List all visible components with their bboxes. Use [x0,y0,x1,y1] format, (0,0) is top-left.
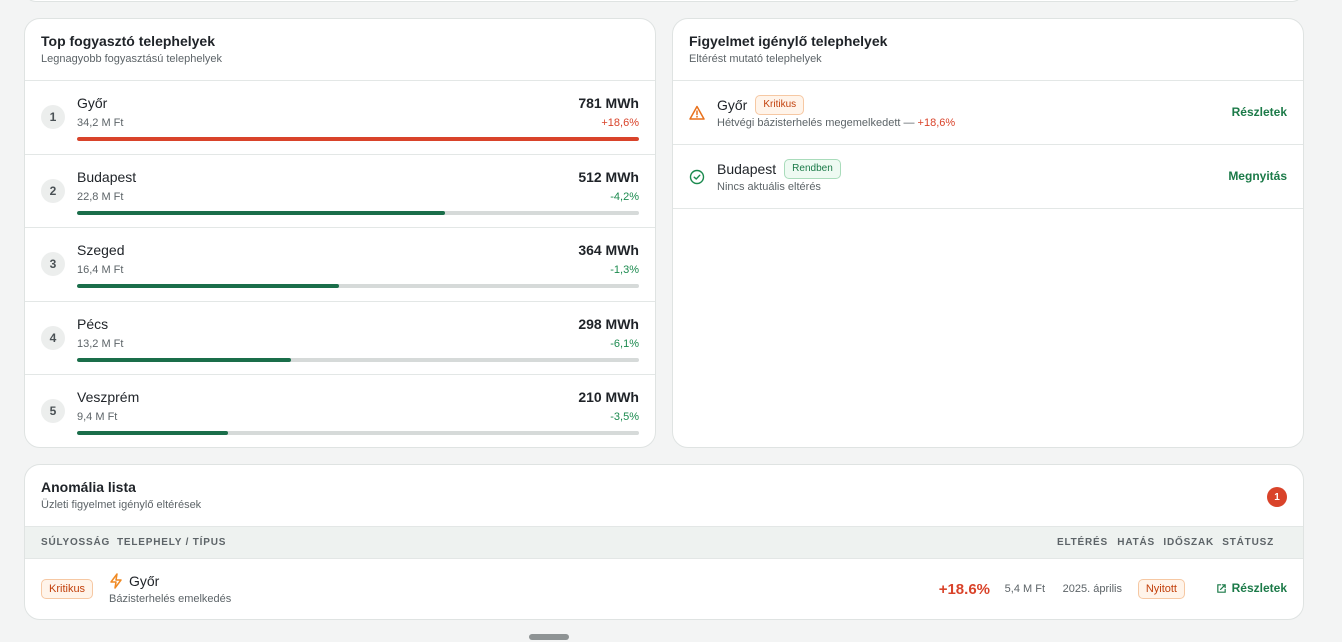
attention-row[interactable]: Budapest Rendben Nincs aktuális eltérés … [673,145,1303,209]
consumer-site-mwh: 298 MWh [578,315,639,332]
consumption-bar [77,137,639,141]
check-circle-icon [689,169,705,185]
attention-status-badge: Kritikus [755,95,805,115]
consumption-bar [77,357,639,362]
attention-desc-value: +18,6% [917,117,956,129]
consumer-site-cost: 16,4 M Ft [77,264,124,276]
attention-site-name: Győr [717,97,748,113]
attention-row[interactable]: Győr Kritikus Hétvégi bázisterhelés mege… [673,81,1303,145]
anomaly-subtitle: Üzleti figyelmet igénylő eltérések [41,499,202,511]
rank-badge: 3 [41,252,65,276]
consumer-site-cost: 13,2 M Ft [77,337,124,350]
attention-site-name: Budapest [717,161,777,177]
attention-subtitle: Eltérést mutató telephelyek [689,53,822,65]
external-link-icon [1216,583,1226,593]
table-row[interactable]: Kritikus Győr Bázisterhelés emelkedés +1… [25,559,1303,619]
consumer-row[interactable]: 2 Budapest 22,8 M Ft 512 MWh -4,2% [25,155,655,228]
attention-card: Figyelmet igénylő telephelyek Eltérést m… [672,18,1304,448]
consumption-bar-fill [77,137,639,141]
consumption-bar [77,210,639,215]
bolt-icon [109,573,123,589]
attention-action-link[interactable]: Részletek [1232,105,1287,119]
rank-badge: 4 [41,325,65,350]
attention-site: Budapest Rendben [717,159,841,179]
anomaly-header: Anomália lista Üzleti figyelmet igénylő … [25,465,1303,527]
attention-title: Figyelmet igénylő telephelyek [689,33,888,49]
col-deviation[interactable]: ELTÉRÉS [1057,537,1108,548]
consumer-row[interactable]: 3 Szeged 16,4 M Ft 364 MWh -1,3% [25,228,655,302]
severity-badge: Kritikus [41,579,94,599]
consumer-site-name: Győr [77,95,108,111]
attention-list: Győr Kritikus Hétvégi bázisterhelés mege… [673,81,1303,209]
consumer-site-name: Veszprém [77,389,140,405]
consumer-row[interactable]: 1 Győr 34,2 M Ft 781 MWh +18,6% [25,81,655,155]
anomaly-deviation: +18.6% [938,581,990,598]
warning-icon [689,105,705,121]
anomaly-period: 2025. április [1062,583,1122,595]
attention-header: Figyelmet igénylő telephelyek Eltérést m… [673,19,1303,81]
consumer-site-delta: -4,2% [610,190,639,203]
consumer-site-mwh: 210 MWh [578,389,639,405]
col-status[interactable]: STÁTUSZ [1222,537,1274,548]
consumer-list: 1 Győr 34,2 M Ft 781 MWh +18,6% 2 Budape… [25,81,655,447]
consumer-site-name: Budapest [77,168,137,185]
consumption-bar-fill [77,284,339,288]
previous-card-edge [24,0,1304,2]
anomaly-card: Anomália lista Üzleti figyelmet igénylő … [24,464,1304,620]
anomaly-details-link[interactable]: Részletek [1216,581,1287,595]
consumption-bar-fill [77,210,446,215]
top-consumers-card: Top fogyasztó telephelyek Legnagyobb fog… [24,18,656,448]
anomaly-table-header: SÚLYOSSÁG TELEPHELY / TÍPUS ELTÉRÉS HATÁ… [25,527,1303,559]
consumer-site-cost: 34,2 M Ft [77,117,124,129]
rank-badge: 2 [41,178,65,203]
anomaly-count-badge: 1 [1267,487,1287,507]
consumer-site-delta: -3,5% [610,411,639,423]
consumer-row[interactable]: 4 Pécs 13,2 M Ft 298 MWh -6,1% [25,302,655,375]
col-impact[interactable]: HATÁS [1117,537,1155,548]
attention-desc: Nincs aktuális eltérés [717,181,821,193]
attention-site: Győr Kritikus [717,95,805,115]
status-badge: Nyitott [1137,579,1185,599]
anomaly-type: Bázisterhelés emelkedés [109,593,232,605]
attention-desc-text: Nincs aktuális eltérés [717,181,821,193]
consumer-site-mwh: 364 MWh [578,242,639,258]
consumer-site-name: Pécs [77,315,109,332]
col-site-type[interactable]: TELEPHELY / TÍPUS [117,537,226,548]
consumption-bar [77,284,639,288]
anomaly-impact: 5,4 M Ft [1004,583,1045,595]
anomaly-details-label: Részletek [1231,581,1287,595]
consumption-bar-fill [77,431,229,435]
consumer-row[interactable]: 5 Veszprém 9,4 M Ft 210 MWh -3,5% [25,375,655,447]
anomaly-title: Anomália lista [41,479,136,495]
consumption-bar-fill [77,357,292,362]
consumer-site-cost: 9,4 M Ft [77,411,118,423]
attention-desc: Hétvégi bázisterhelés megemelkedett — +1… [717,117,955,129]
anomaly-site-name: Győr [129,573,160,589]
consumption-bar [77,431,639,435]
rank-badge: 1 [41,105,65,129]
attention-status-badge: Rendben [784,159,841,179]
consumer-site-mwh: 781 MWh [578,95,639,111]
consumer-site-delta: +18,6% [601,117,639,129]
col-period[interactable]: IDŐSZAK [1163,537,1214,548]
attention-action-link[interactable]: Megnyitás [1228,169,1287,183]
attention-desc-text: Hétvégi bázisterhelés megemelkedett — [717,117,915,129]
consumer-site-mwh: 512 MWh [578,168,639,185]
rank-badge: 5 [41,399,65,423]
consumer-site-cost: 22,8 M Ft [77,190,124,203]
col-severity[interactable]: SÚLYOSSÁG [41,537,110,548]
top-consumers-header: Top fogyasztó telephelyek Legnagyobb fog… [25,19,655,81]
consumer-site-delta: -6,1% [610,337,639,350]
consumer-site-delta: -1,3% [610,264,639,276]
top-consumers-title: Top fogyasztó telephelyek [41,33,215,49]
top-consumers-subtitle: Legnagyobb fogyasztású telephelyek [41,53,223,65]
consumer-site-name: Szeged [77,242,125,258]
drag-handle[interactable] [529,634,569,640]
